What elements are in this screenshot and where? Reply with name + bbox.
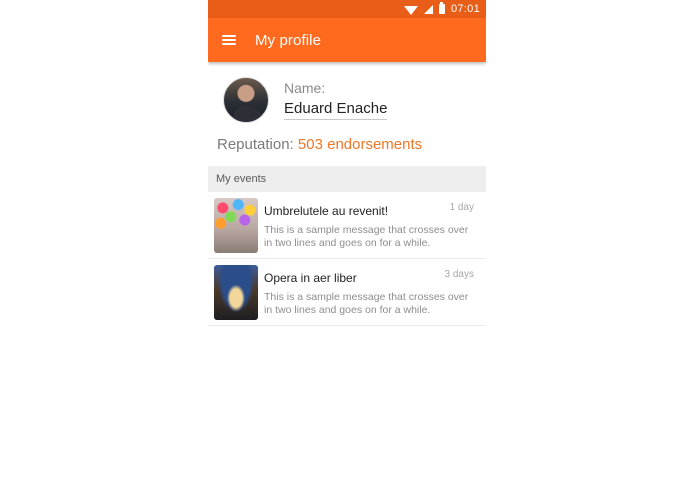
list-item[interactable]: Opera in aer liber This is a sample mess… <box>208 259 486 326</box>
event-body: Umbrelutele au revenit! This is a sample… <box>264 198 474 252</box>
signal-icon <box>423 4 433 14</box>
wifi-icon <box>403 5 418 15</box>
reputation-value: 503 endorsements <box>297 136 423 153</box>
event-title: Umbrelutele au revenit! <box>264 204 389 218</box>
list-item[interactable]: Umbrelutele au revenit! This is a sample… <box>208 192 486 259</box>
avatar[interactable] <box>223 77 269 123</box>
app-bar: My profile <box>208 18 486 62</box>
event-body: Opera in aer liber This is a sample mess… <box>264 265 474 319</box>
event-description: This is a sample message that crosses ov… <box>264 291 469 316</box>
status-bar: 07:01 <box>208 0 486 18</box>
event-list: Umbrelutele au revenit! This is a sample… <box>208 192 486 326</box>
event-time: 3 days <box>444 269 474 280</box>
event-title: Opera in aer liber <box>264 271 357 285</box>
battery-icon <box>438 2 445 14</box>
reputation: Reputation: 503 endorsements <box>208 124 486 166</box>
reputation-label: Reputation: <box>217 136 294 153</box>
event-description: This is a sample message that crosses ov… <box>264 224 469 249</box>
name-block: Name: Eduard Enache <box>284 80 388 120</box>
profile-header: Name: Eduard Enache <box>208 62 486 124</box>
phone-screen: 07:01 My profile Name: Eduard Enache Rep… <box>208 0 486 494</box>
page-title: My profile <box>255 31 322 49</box>
menu-icon[interactable] <box>222 35 236 45</box>
event-thumbnail <box>214 265 258 320</box>
name-label: Name: <box>284 80 326 96</box>
status-time: 07:01 <box>450 3 480 15</box>
event-thumbnail <box>214 198 258 253</box>
name-field[interactable]: Eduard Enache <box>284 100 388 120</box>
events-section-header: My events <box>208 166 486 192</box>
event-time: 1 day <box>449 202 474 213</box>
